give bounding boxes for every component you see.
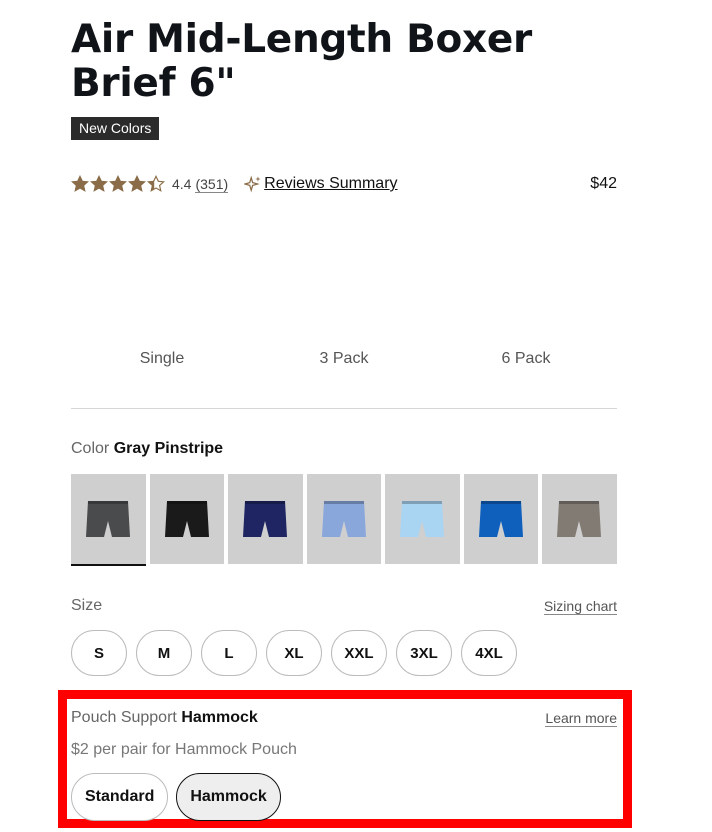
color-label: Color Gray Pinstripe <box>71 440 223 458</box>
new-colors-badge: New Colors <box>71 117 160 140</box>
selected-color: Gray Pinstripe <box>113 440 224 457</box>
sparkle-icon <box>244 175 261 193</box>
pouch-hammock-button[interactable]: Hammock <box>176 773 281 821</box>
size-button-xxl[interactable]: XXL <box>331 630 387 676</box>
color-swatches <box>71 474 617 566</box>
boxer-brief-image <box>400 501 445 537</box>
learn-more-link[interactable]: Learn more <box>545 710 617 727</box>
tab-single[interactable]: Single <box>71 340 253 408</box>
product-title: Air Mid-Length Boxer Brief 6" <box>71 17 532 106</box>
color-swatch-light-blue[interactable] <box>385 474 460 564</box>
color-swatch-royal-blue[interactable] <box>463 474 538 564</box>
size-button-m[interactable]: M <box>136 630 192 676</box>
star-full-icon <box>128 175 146 192</box>
rating-count[interactable]: (351) <box>195 176 229 193</box>
star-full-icon <box>71 175 89 192</box>
size-button-4xl[interactable]: 4XL <box>461 630 517 676</box>
boxer-brief-image <box>478 501 523 537</box>
size-options: S M L XL XXL 3XL 4XL <box>71 630 517 676</box>
boxer-brief-image <box>164 501 209 537</box>
tab-6-pack[interactable]: 6 Pack <box>435 340 617 408</box>
color-label-text: Color <box>71 440 110 457</box>
size-label: Size <box>71 597 103 614</box>
star-half-icon <box>147 175 165 192</box>
pack-tabs: Single 3 Pack 6 Pack <box>71 340 617 409</box>
tab-3-pack[interactable]: 3 Pack <box>253 340 435 408</box>
size-button-s[interactable]: S <box>71 630 127 676</box>
size-button-3xl[interactable]: 3XL <box>396 630 452 676</box>
product-price: $42 <box>590 175 617 192</box>
pouch-support-label: Pouch Support Hammock <box>71 709 258 727</box>
sizing-chart-link[interactable]: Sizing chart <box>543 598 617 615</box>
boxer-brief-image <box>321 501 366 537</box>
boxer-brief-image <box>243 501 288 537</box>
color-swatch-navy[interactable] <box>228 474 303 564</box>
reviews-summary-link[interactable]: Reviews Summary <box>264 175 397 193</box>
pouch-support-label-text: Pouch Support <box>71 709 177 726</box>
star-full-icon <box>90 175 108 192</box>
color-swatch-taupe[interactable] <box>542 474 617 564</box>
color-swatch-gray-pinstripe[interactable] <box>71 474 146 566</box>
rating-value: 4.4 <box>172 176 192 192</box>
pouch-options: Standard Hammock <box>71 773 281 821</box>
size-button-l[interactable]: L <box>201 630 257 676</box>
pouch-price-note: $2 per pair for Hammock Pouch <box>71 741 297 758</box>
rating-stars[interactable] <box>71 175 165 193</box>
rating-row: 4.4 (351) Reviews Summary $42 <box>71 172 617 196</box>
star-full-icon <box>109 175 127 192</box>
boxer-brief-image <box>557 501 602 537</box>
color-swatch-black[interactable] <box>149 474 224 564</box>
boxer-brief-image <box>86 501 131 537</box>
size-button-xl[interactable]: XL <box>266 630 322 676</box>
color-swatch-blue-pattern[interactable] <box>306 474 381 564</box>
pouch-standard-button[interactable]: Standard <box>71 773 169 821</box>
selected-pouch: Hammock <box>181 709 258 726</box>
